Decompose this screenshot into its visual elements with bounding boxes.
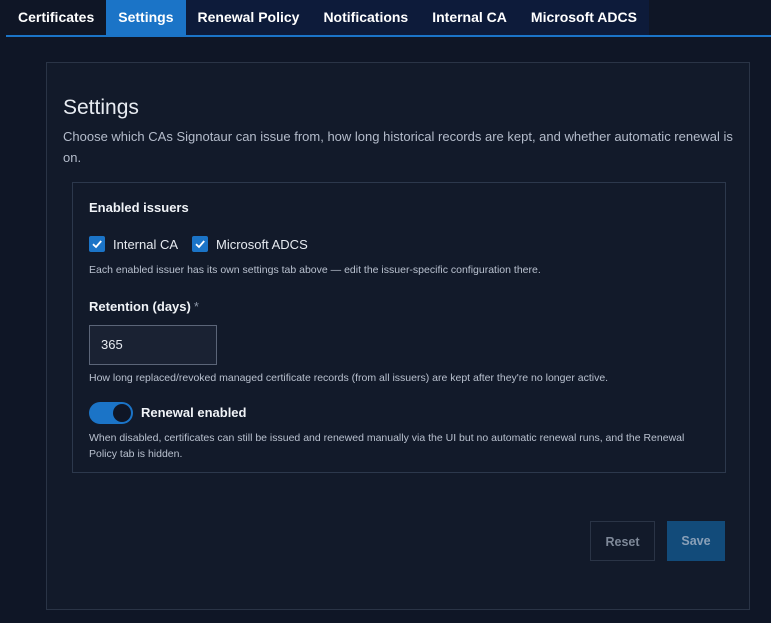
- issuers-help-text: Each enabled issuer has its own settings…: [89, 264, 541, 276]
- tab-bar: Certificates Settings Renewal Policy Not…: [6, 0, 771, 37]
- renewal-toggle[interactable]: [89, 402, 133, 424]
- required-mark: *: [193, 299, 199, 314]
- checkbox-label: Microsoft ADCS: [216, 236, 308, 252]
- tab-renewal-policy[interactable]: Renewal Policy: [185, 0, 312, 35]
- retention-help-text: How long replaced/revoked managed certif…: [89, 372, 609, 384]
- renewal-help-text: When disabled, certificates can still be…: [89, 432, 685, 460]
- page-title: Settings: [63, 96, 139, 119]
- settings-form: Enabled issuers Internal CA Microsoft AD…: [72, 182, 726, 473]
- tab-certificates[interactable]: Certificates: [6, 0, 106, 35]
- retention-label-text: Retention (days): [89, 299, 191, 314]
- retention-days-input[interactable]: 365: [89, 325, 217, 365]
- settings-panel: Settings Choose which CAs Signotaur can …: [46, 62, 750, 610]
- checkbox-microsoft-adcs[interactable]: Microsoft ADCS: [192, 236, 308, 252]
- checkbox-internal-ca[interactable]: Internal CA: [89, 236, 178, 252]
- renewal-label: Renewal enabled: [141, 405, 247, 420]
- tab-internal-ca[interactable]: Internal CA: [420, 0, 519, 35]
- checkbox-label: Internal CA: [113, 236, 179, 252]
- check-icon: [89, 236, 105, 252]
- reset-button[interactable]: Reset: [590, 521, 655, 561]
- check-icon: [192, 236, 208, 252]
- tab-settings[interactable]: Settings: [106, 0, 186, 35]
- toggle-knob: [113, 404, 131, 422]
- retention-label: Retention (days) *: [89, 299, 199, 314]
- tab-microsoft-adcs[interactable]: Microsoft ADCS: [518, 0, 649, 35]
- save-button[interactable]: Save: [667, 521, 725, 561]
- enabled-issuers-heading: Enabled issuers: [89, 200, 189, 215]
- tab-notifications[interactable]: Notifications: [311, 0, 421, 35]
- page-description: Choose which CAs Signotaur can issue fro…: [63, 129, 733, 165]
